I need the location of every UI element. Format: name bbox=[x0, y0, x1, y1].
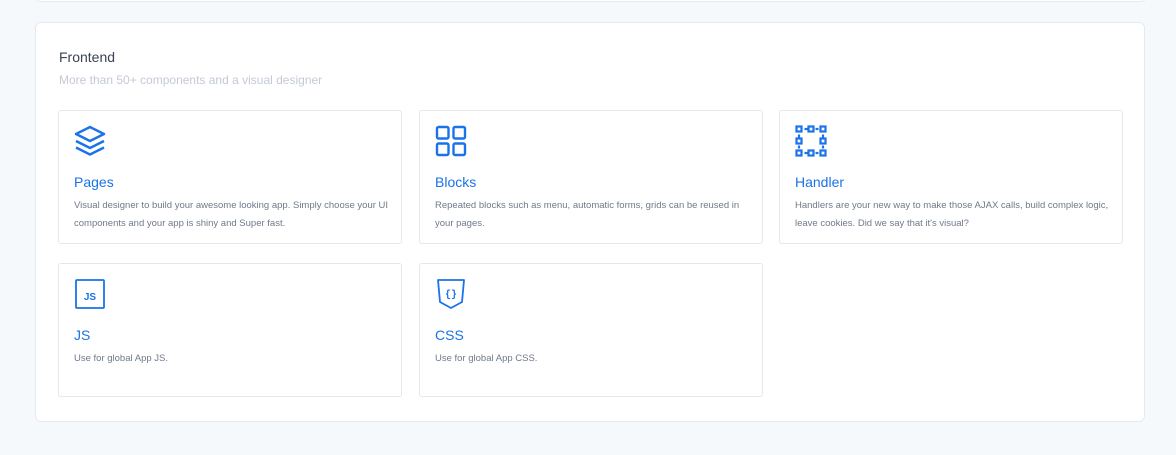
card-title: Blocks bbox=[435, 174, 477, 190]
css-icon-text: {} bbox=[445, 289, 457, 301]
card-blocks[interactable]: Blocks Repeated blocks such as menu, aut… bbox=[419, 110, 763, 244]
card-title: Pages bbox=[74, 174, 114, 190]
card-description: Visual designer to build your awesome lo… bbox=[74, 200, 389, 229]
card-title: CSS bbox=[435, 327, 464, 343]
js-file-icon: JS bbox=[74, 278, 106, 310]
card-description: Use for global App CSS. bbox=[435, 353, 538, 364]
js-icon-text: JS bbox=[84, 292, 97, 303]
frontend-section: Frontend More than 50+ components and a … bbox=[35, 22, 1145, 422]
card-handler[interactable]: Handler Handlers are your new way to mak… bbox=[779, 110, 1123, 244]
card-title: Handler bbox=[795, 174, 845, 190]
card-pages[interactable]: Pages Visual designer to build your awes… bbox=[58, 110, 402, 244]
grid-icon bbox=[435, 125, 467, 157]
section-subtitle: More than 50+ components and a visual de… bbox=[59, 73, 323, 87]
previous-section-card bbox=[35, 0, 1147, 2]
layers-icon bbox=[74, 125, 106, 157]
css-shield-icon: {} bbox=[435, 278, 467, 310]
card-description: Repeated blocks such as menu, automatic … bbox=[435, 200, 740, 229]
section-title: Frontend bbox=[59, 49, 116, 65]
card-description: Use for global App JS. bbox=[74, 353, 168, 364]
card-title: JS bbox=[74, 327, 91, 343]
card-js[interactable]: JS JS Use for global App JS. bbox=[58, 263, 402, 397]
card-css[interactable]: {} CSS Use for global App CSS. bbox=[419, 263, 763, 397]
selection-handles-icon bbox=[795, 125, 827, 157]
card-description: Handlers are your new way to make those … bbox=[795, 200, 1109, 229]
